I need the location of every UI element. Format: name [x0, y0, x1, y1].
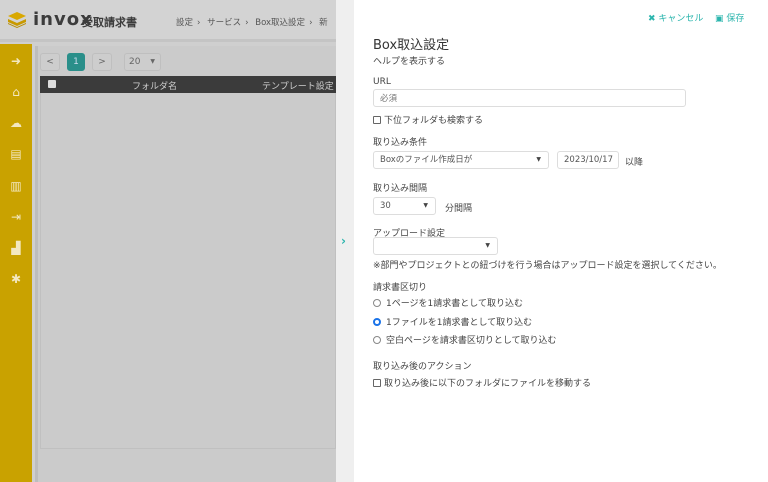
panel-title: Box取込設定 — [373, 38, 450, 53]
split-option[interactable]: 1ページを1請求書として取り込む — [373, 296, 523, 309]
cancel-button[interactable]: ✖ キャンセル — [648, 11, 703, 24]
breadcrumb-item[interactable]: サービス — [207, 18, 241, 28]
sidebar: ➜ ⌂ ☁ ▤ ▥ ⇥ ▟ ✱ — [0, 44, 32, 482]
subfolder-option[interactable]: 下位フォルダも検索する — [373, 113, 483, 126]
gear-icon[interactable]: ✱ — [8, 271, 24, 287]
split-option[interactable]: 1ファイルを1請求書として取り込む — [373, 315, 532, 328]
cloud-upload-icon[interactable]: ☁ — [8, 115, 24, 131]
table-header: フォルダ名 テンプレート設定 — [40, 76, 336, 93]
select-all-checkbox[interactable] — [48, 80, 56, 88]
help-link[interactable]: ヘルプを表示する — [373, 54, 445, 67]
cancel-label: キャンセル — [658, 14, 704, 24]
interval-select[interactable]: 30 ▼ — [373, 197, 436, 215]
split-option-label: 1ページを1請求書として取り込む — [386, 299, 524, 309]
save-button[interactable]: ▣ 保存 — [715, 11, 744, 24]
split-option[interactable]: 空白ページを請求書区切りとして取り込む — [373, 333, 557, 346]
upload-note: ※部門やプロジェクトとの紐づけを行う場合はアップロード設定を選択してください。 — [373, 261, 722, 271]
file-export-icon[interactable]: ⇥ — [8, 209, 24, 225]
action-label: 取り込み後のアクション — [373, 362, 472, 372]
next-page-button[interactable]: > — [92, 53, 112, 71]
breadcrumb-item[interactable]: 設定 — [176, 18, 193, 28]
chevron-right-icon[interactable]: › — [341, 234, 346, 248]
breadcrumb-item: 新 — [319, 18, 328, 28]
condition-select-value: Boxのファイル作成日が — [380, 155, 473, 165]
move-after-import-label: 取り込み後に以下のフォルダにファイルを移動する — [384, 379, 592, 389]
close-icon: ✖ — [648, 14, 656, 24]
page-size-select[interactable]: 20 ▼ — [124, 53, 161, 71]
prev-page-button[interactable]: < — [40, 53, 60, 71]
upload-select[interactable]: ▼ — [373, 237, 498, 255]
split-option-label: 1ファイルを1請求書として取り込む — [386, 318, 533, 328]
top-bar: invox 受取請求書 設定 › サービス › Box取込設定 › 新 — [0, 0, 336, 42]
page-1-button[interactable]: 1 — [67, 53, 85, 71]
move-after-import-checkbox[interactable] — [373, 379, 381, 387]
url-input[interactable] — [373, 89, 686, 107]
condition-label: 取り込み条件 — [373, 138, 428, 148]
interval-label: 取り込み間隔 — [373, 184, 428, 194]
split-radio[interactable] — [373, 299, 381, 307]
condition-date-input[interactable]: 2023/10/17 — [557, 151, 619, 169]
interval-suffix: 分間隔 — [445, 204, 473, 214]
arrow-circle-right-icon[interactable]: ➜ — [8, 53, 24, 69]
split-radio-selected[interactable] — [373, 318, 381, 326]
logo-icon — [8, 12, 26, 28]
column-template[interactable]: テンプレート設定 — [262, 79, 334, 92]
subfolder-label: 下位フォルダも検索する — [384, 116, 484, 126]
breadcrumb: 設定 › サービス › Box取込設定 › 新 — [176, 18, 328, 28]
move-after-import-option[interactable]: 取り込み後に以下のフォルダにファイルを移動する — [373, 376, 591, 389]
condition-select[interactable]: Boxのファイル作成日が ▼ — [373, 151, 549, 169]
column-folder-name[interactable]: フォルダ名 — [132, 79, 177, 92]
breadcrumb-item[interactable]: Box取込設定 — [255, 18, 305, 28]
split-option-label: 空白ページを請求書区切りとして取り込む — [386, 336, 557, 346]
subfolder-checkbox[interactable] — [373, 116, 381, 124]
save-label: 保存 — [726, 14, 745, 24]
home-icon[interactable]: ⌂ — [8, 84, 24, 100]
url-label: URL — [373, 77, 391, 87]
panel-collapse-strip[interactable]: › — [336, 0, 354, 482]
split-label: 請求書区切り — [373, 283, 428, 293]
interval-value: 30 — [380, 201, 391, 211]
save-icon: ▣ — [715, 14, 724, 24]
chart-icon[interactable]: ▟ — [8, 240, 24, 256]
brand-subtitle: 受取請求書 — [82, 16, 137, 29]
page-size-value: 20 — [129, 57, 141, 67]
split-radio[interactable] — [373, 336, 381, 344]
table-body — [40, 93, 336, 449]
condition-suffix: 以降 — [625, 158, 644, 168]
building-icon[interactable]: ▥ — [8, 178, 24, 194]
document-icon[interactable]: ▤ — [8, 146, 24, 162]
